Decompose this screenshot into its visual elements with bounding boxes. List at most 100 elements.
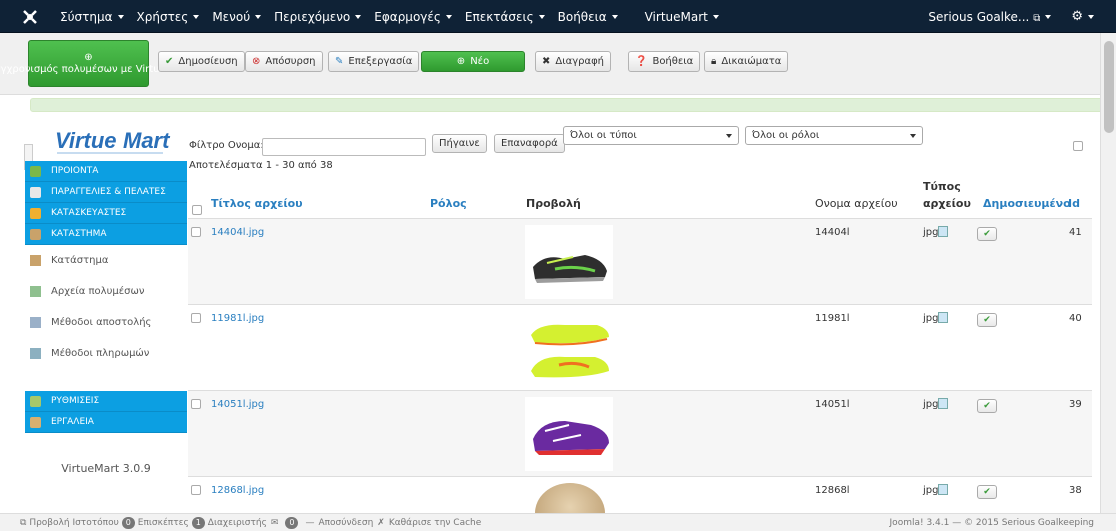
published-toggle[interactable]: ✔ [977,399,997,413]
message-bar [30,98,1112,112]
edit-button[interactable]: ✎ Επεξεργασία [328,51,420,72]
toolbar: ⊕ Συγχρονισμός πολυμέσων με VirtueMart ✔… [0,33,1116,95]
col-title-header[interactable]: Τίτλος αρχείου [211,197,303,210]
col-published-header[interactable]: Δημοσιευμένο [983,197,1071,210]
sync-media-button[interactable]: ⊕ Συγχρονισμός πολυμέσων με VirtueMart [0,40,188,87]
go-button[interactable]: Πήγαινε [432,134,487,153]
edit-icon: ✎ [335,56,344,67]
sidebar-subitem-label: Αρχεία πολυμέσων [51,286,145,297]
reset-button[interactable]: Επαναφορά [494,134,565,153]
sidebar-item-manufacturers[interactable]: ΚΑΤΑΣΚΕΥΑΣΤΕΣ [25,203,187,224]
row-checkbox[interactable] [191,399,201,409]
payment-icon [30,348,41,359]
main-menu: Σύστημα Χρήστες Μενού Περιεχόμενο Εφαρμο… [20,0,732,33]
new-button[interactable]: ⊕ Νέο [421,51,525,72]
menu-system[interactable]: Σύστημα [60,10,124,24]
sidebar-subitem-media[interactable]: Αρχεία πολυμέσων [25,276,187,307]
plus-circle-icon: ⊕ [84,51,93,63]
menu-content[interactable]: Περιεχόμενο [274,9,362,24]
shoe-thumbnail[interactable] [525,397,613,471]
file-type: jpg [923,399,939,410]
delete-button[interactable]: ✖ Διαγραφή [535,51,611,72]
menu-menus[interactable]: Μενού [212,9,262,24]
sidebar-subitem-payment[interactable]: Μέθοδοι πληρωμών [25,338,187,369]
sidebar-subitem-shipment[interactable]: Μέθοδοι αποστολής [25,307,187,338]
minus-icon: — [305,517,315,528]
filter-name-input[interactable] [262,138,426,156]
table-row: 11981l.jpg 11981l jpg ✔ 40 [188,304,1092,390]
help-label: Βοήθεια [652,56,694,67]
check-icon: ✔ [983,229,991,239]
sidebar-item-label: ΠΑΡΑΓΓΕΛΙΕΣ & ΠΕΛΑΤΕΣ [51,187,166,197]
help-button[interactable]: ❓ Βοήθεια [628,51,701,72]
type-select[interactable]: Όλοι οι τύποι [563,126,739,145]
file-title-link[interactable]: 14404l.jpg [211,227,264,238]
new-label: Νέο [470,56,490,67]
menu-content-label: Περιεχόμενο [274,9,351,24]
image-file-icon [938,398,948,409]
row-id: 40 [1069,313,1082,324]
settings-menu[interactable]: ⚙ [1071,9,1094,24]
shoe-thumbnail[interactable] [525,311,613,387]
cancel-circle-icon: ⊗ [252,56,261,67]
role-select-value: Όλοι οι ρόλοι [752,130,820,141]
menu-users[interactable]: Χρήστες [137,10,200,24]
role-select[interactable]: Όλοι οι ρόλοι [745,126,923,145]
file-name: 14404l [815,227,850,238]
view-site-link[interactable]: Προβολή Ιστοτόπου [29,518,118,528]
published-toggle[interactable]: ✔ [977,485,997,499]
col-role-header[interactable]: Ρόλος [430,197,467,210]
joomla-logo-icon[interactable] [20,7,40,27]
user-name: Serious Goalke... [928,9,1030,24]
file-title-link[interactable]: 12868l.jpg [211,485,264,496]
page-scrollbar[interactable] [1100,33,1116,515]
select-all-checkbox[interactable] [192,205,202,215]
permissions-button[interactable]: 🔒︎ Δικαιώματα [704,51,789,72]
logout-link[interactable]: Αποσύνδεση [318,518,373,528]
row-checkbox[interactable] [191,485,201,495]
col-id-header[interactable]: Id [1068,197,1080,210]
admins-badge: 1 [191,516,205,529]
image-file-icon [938,484,948,495]
menu-help[interactable]: Βοήθεια [558,10,618,24]
user-menu[interactable]: Serious Goalke... ⧉ [928,9,1052,24]
sidebar-item-settings[interactable]: ΡΥΘΜΙΣΕΙΣ [25,391,187,412]
products-icon [30,165,41,177]
toggle-checkbox[interactable] [1073,141,1083,151]
scrollbar-thumb[interactable] [1104,41,1114,133]
published-toggle[interactable]: ✔ [977,227,997,241]
sidebar-item-tools[interactable]: ΕΡΓΑΛΕΙΑ [25,412,187,433]
gear-icon: ⚙ [1071,9,1083,24]
row-checkbox[interactable] [191,227,201,237]
ball-thumbnail[interactable] [535,483,605,513]
broom-icon: ✗ [377,517,385,528]
sidebar-item-orders[interactable]: ΠΑΡΑΓΓΕΛΙΕΣ & ΠΕΛΑΤΕΣ [25,182,187,203]
unpublish-button[interactable]: ⊗ Απόσυρση [245,51,323,72]
menu-components[interactable]: Εφαρμογές [374,10,452,24]
menu-menus-label: Μενού [212,9,251,24]
sidebar-item-products[interactable]: ΠΡΟΙΟΝΤΑ [25,161,187,182]
settings-icon [30,395,41,407]
file-title-link[interactable]: 14051l.jpg [211,399,264,410]
publish-button[interactable]: ✔ Δημοσίευση [158,51,245,72]
copyright: Joomla! 3.4.1 — © 2015 Serious Goalkeepi… [889,517,1094,528]
clear-cache-link[interactable]: Καθάρισε την Cache [389,518,481,528]
row-id: 39 [1069,399,1082,410]
published-toggle[interactable]: ✔ [977,313,997,327]
visitors-label: Επισκέπτες [137,517,189,528]
check-icon: ✔ [983,401,991,411]
external-link-icon: ⧉ [1033,12,1041,24]
unpublish-label: Απόσυρση [265,56,316,67]
menu-extensions[interactable]: Επεκτάσεις [465,10,545,24]
sidebar-subitem-store[interactable]: Κατάστημα [25,245,187,276]
sidebar: Virtue Mart ΠΡΟΙΟΝΤΑ ΠΑΡΑΓΓΕΛΙΕΣ & ΠΕΛΑΤ… [24,118,187,498]
col-preview-header: Προβολή [526,197,581,210]
check-icon: ✔ [983,315,991,325]
sidebar-item-shop[interactable]: ΚΑΤΑΣΤΗΜΑ [25,224,187,245]
file-title-link[interactable]: 11981l.jpg [211,313,264,324]
svg-text:Mart: Mart [123,128,171,153]
row-checkbox[interactable] [191,313,201,323]
edit-label: Επεξεργασία [348,56,413,67]
shoe-thumbnail[interactable] [525,225,613,299]
menu-virtuemart[interactable]: VirtueMart [645,10,719,24]
